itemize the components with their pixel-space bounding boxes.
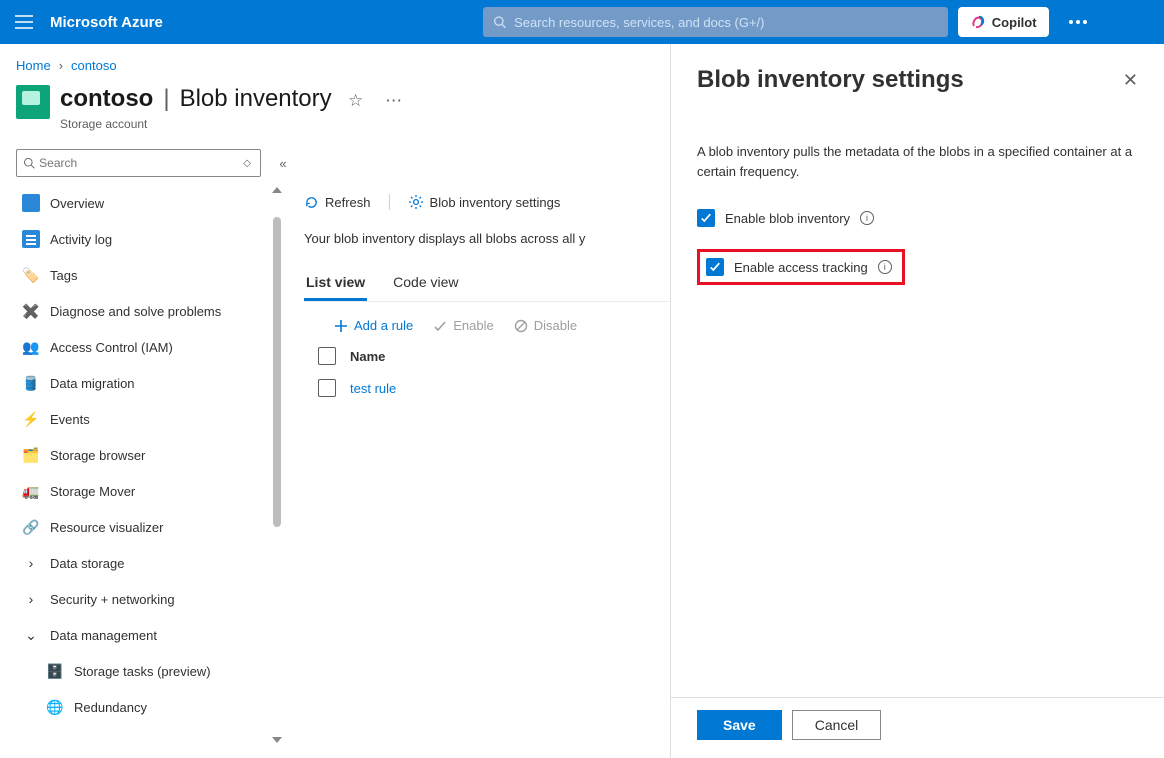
search-icon (23, 156, 35, 170)
enable-tracking-checkbox[interactable] (706, 258, 724, 276)
settings-blade: Blob inventory settings ✕ A blob invento… (670, 44, 1164, 758)
resource-menu-search-input[interactable] (39, 156, 240, 170)
resource-name: contoso (60, 85, 153, 113)
more-icon[interactable] (1063, 14, 1093, 30)
select-all-checkbox[interactable] (318, 347, 336, 365)
resource-menu-search[interactable]: ◇ (16, 149, 261, 177)
global-header: Microsoft Azure Copilot (0, 0, 1164, 44)
resource-menu: Overview Activity log 🏷️Tags ✖️Diagnose … (16, 185, 284, 745)
scroll-down-icon[interactable] (272, 737, 282, 743)
refresh-button[interactable]: Refresh (304, 195, 371, 210)
disable-button: Disable (514, 318, 577, 333)
refresh-icon (304, 195, 319, 210)
enable-inventory-label: Enable blob inventory (725, 211, 850, 226)
nav-access-control[interactable]: 👥Access Control (IAM) (16, 329, 283, 365)
favorite-star-icon[interactable]: ☆ (342, 87, 370, 115)
nav-group-security[interactable]: ›Security + networking (16, 581, 283, 617)
nav-resource-visualizer[interactable]: 🔗Resource visualizer (16, 509, 283, 545)
check-icon (433, 319, 447, 333)
breadcrumb-resource[interactable]: contoso (71, 58, 117, 73)
scroll-up-icon[interactable] (272, 187, 282, 193)
rules-header: Name (304, 347, 670, 365)
nav-storage-tasks[interactable]: 🗄️Storage tasks (preview) (16, 653, 283, 689)
info-icon[interactable]: i (860, 211, 874, 225)
plus-icon (334, 319, 348, 333)
wrench-icon: ✖️ (22, 302, 40, 320)
nav-activity-log[interactable]: Activity log (16, 221, 283, 257)
resource-section: Blob inventory (180, 85, 332, 113)
nav-storage-mover[interactable]: 🚛Storage Mover (16, 473, 283, 509)
global-search-input[interactable] (514, 15, 938, 30)
view-tabs: List view Code view (304, 268, 670, 302)
check-icon (700, 212, 712, 224)
highlighted-setting: Enable access tracking i (697, 249, 905, 285)
tab-list-view[interactable]: List view (304, 268, 367, 301)
rule-name-link[interactable]: test rule (350, 381, 396, 396)
nav-overview[interactable]: Overview (16, 185, 283, 221)
enable-tracking-label: Enable access tracking (734, 260, 868, 275)
nav-group-data-management[interactable]: ⌄Data management (16, 617, 283, 653)
nav-diagnose[interactable]: ✖️Diagnose and solve problems (16, 293, 283, 329)
resource-header: contoso | Blob inventory ☆ ⋯ Storage acc… (16, 85, 670, 131)
cancel-button[interactable]: Cancel (792, 710, 882, 740)
scrollbar[interactable] (271, 185, 283, 745)
save-button[interactable]: Save (697, 710, 782, 740)
copilot-icon (970, 14, 986, 30)
enable-button: Enable (433, 318, 493, 333)
column-name: Name (350, 349, 385, 364)
blade-title: Blob inventory settings (697, 66, 964, 94)
content-area: Refresh Blob inventory settings Your blo… (284, 185, 670, 745)
copilot-button[interactable]: Copilot (958, 7, 1049, 37)
row-checkbox[interactable] (318, 379, 336, 397)
sort-icon[interactable]: ◇ (240, 158, 254, 169)
storage-account-icon (16, 85, 50, 119)
nav-data-migration[interactable]: 🛢️Data migration (16, 365, 283, 401)
settings-button[interactable]: Blob inventory settings (408, 194, 561, 210)
info-icon[interactable]: i (878, 260, 892, 274)
globe-icon: 🌐 (46, 698, 64, 716)
tab-code-view[interactable]: Code view (391, 268, 460, 301)
tag-icon: 🏷️ (22, 266, 40, 284)
nav-storage-browser[interactable]: 🗂️Storage browser (16, 437, 283, 473)
nav-tags[interactable]: 🏷️Tags (16, 257, 283, 293)
table-row: test rule (304, 379, 670, 397)
breadcrumb-home[interactable]: Home (16, 58, 51, 73)
chevron-down-icon: ⌄ (22, 626, 40, 644)
add-rule-button[interactable]: Add a rule (334, 318, 413, 333)
gear-icon (408, 194, 424, 210)
overview-icon (22, 194, 40, 212)
browser-icon: 🗂️ (22, 446, 40, 464)
tasks-icon: 🗄️ (46, 662, 64, 680)
mover-icon: 🚛 (22, 482, 40, 500)
chevron-right-icon: › (22, 554, 40, 572)
collapse-nav-icon[interactable]: « (273, 156, 293, 171)
block-icon (514, 319, 528, 333)
visualizer-icon: 🔗 (22, 518, 40, 536)
global-search[interactable] (483, 7, 948, 37)
search-icon (493, 15, 506, 29)
blade-description: A blob inventory pulls the metadata of t… (697, 142, 1138, 181)
hamburger-menu-icon[interactable] (10, 8, 38, 36)
brand-label[interactable]: Microsoft Azure (50, 14, 163, 31)
lightning-icon: ⚡ (22, 410, 40, 428)
resource-type: Storage account (60, 117, 408, 131)
more-icon[interactable]: ⋯ (380, 87, 408, 115)
chevron-right-icon: › (59, 58, 63, 73)
enable-inventory-checkbox[interactable] (697, 209, 715, 227)
content-description: Your blob inventory displays all blobs a… (304, 231, 670, 246)
migration-icon: 🛢️ (22, 374, 40, 392)
scroll-thumb[interactable] (273, 217, 281, 527)
enable-inventory-row: Enable blob inventory i (697, 209, 1138, 227)
copilot-label: Copilot (992, 15, 1037, 30)
activity-log-icon (22, 230, 40, 248)
breadcrumb: Home › contoso (16, 58, 670, 73)
chevron-right-icon: › (22, 590, 40, 608)
close-icon[interactable]: ✕ (1123, 70, 1138, 91)
check-icon (709, 261, 721, 273)
nav-redundancy[interactable]: 🌐Redundancy (16, 689, 283, 725)
nav-group-data-storage[interactable]: ›Data storage (16, 545, 283, 581)
nav-events[interactable]: ⚡Events (16, 401, 283, 437)
people-icon: 👥 (22, 338, 40, 356)
